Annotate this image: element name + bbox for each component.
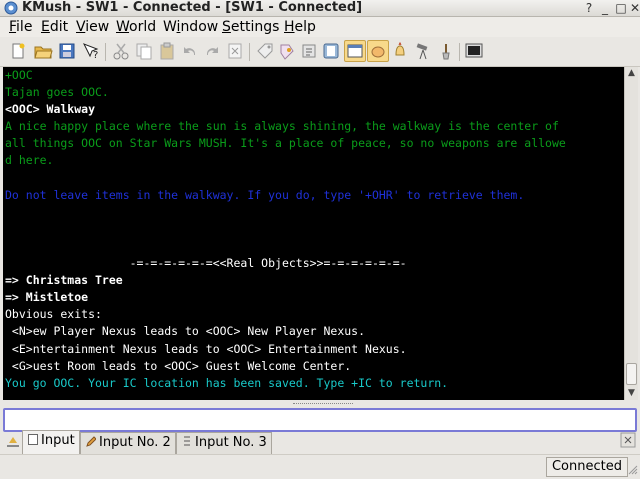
connection-status: Connected [546, 457, 628, 477]
scrollbar-thumb[interactable] [626, 363, 637, 385]
terminal-line: A nice happy place where the sun is alwa… [5, 119, 559, 134]
status-bar: Connected [0, 454, 640, 479]
menu-edit[interactable]: Edit [41, 17, 68, 37]
resize-grip-icon[interactable] [628, 465, 638, 475]
brush-icon[interactable] [436, 41, 456, 61]
title-bar: KMush - SW1 - Connected - [SW1 - Connect… [0, 0, 640, 17]
window-title: KMush - SW1 - Connected - [SW1 - Connect… [22, 0, 363, 15]
terminal-line: You go OOC. Your IC location has been sa… [5, 375, 449, 390]
tab-script-icon [184, 436, 190, 446]
console-icon[interactable] [464, 41, 484, 61]
toolbar-separator [105, 43, 106, 61]
terminal-line: <G>uest Room leads to <OOC> Guest Welcom… [5, 358, 352, 373]
menu-view[interactable]: View [76, 17, 109, 37]
menu-window[interactable]: Window [163, 17, 218, 37]
menu-world[interactable]: World [116, 17, 156, 37]
terminal-line: Tajan goes OOC. [5, 85, 109, 100]
minimize-icon[interactable]: _ [598, 1, 612, 15]
bell-icon[interactable] [390, 41, 410, 61]
new-icon[interactable] [8, 41, 28, 61]
splitter-handle[interactable] [3, 401, 637, 407]
paste-icon[interactable] [157, 41, 177, 61]
open-icon[interactable] [33, 41, 53, 61]
tab-input[interactable]: Input [22, 430, 80, 454]
svg-text:?: ? [93, 50, 98, 61]
tab-input-no-2[interactable]: Input No. 2 [80, 432, 176, 454]
terminal-line: => Mistletoe [5, 290, 89, 305]
undo-icon[interactable] [180, 41, 200, 61]
filter-icon[interactable] [277, 41, 297, 61]
input-tab-bar: Input Input No. 2 Input No. 3 [0, 430, 640, 454]
tag-icon[interactable] [255, 41, 275, 61]
telescope-icon[interactable] [413, 41, 433, 61]
terminal-line: <E>ntertainment Nexus leads to <OOC> Ent… [5, 341, 407, 356]
maximize-icon[interactable]: □ [614, 1, 628, 15]
splitter-grip [293, 403, 353, 406]
save-icon[interactable] [57, 41, 77, 61]
terminal-output[interactable]: +OOC Tajan goes OOC. <OOC> Walkway A nice h… [3, 67, 624, 400]
clear-icon[interactable] [225, 41, 245, 61]
tab-input-no-3[interactable]: Input No. 3 [176, 432, 272, 454]
close-icon[interactable]: ✕ [628, 1, 640, 15]
kmush-app-icon [4, 1, 18, 15]
whats-this-icon[interactable]: ? [81, 41, 101, 61]
vertical-scrollbar[interactable]: ▲ ▼ [624, 67, 638, 400]
window-icon[interactable] [344, 40, 366, 62]
terminal-line: -=-=-=-=-=-=<<Real Objects>>=-=-=-=-=-=- [5, 256, 407, 271]
toolbar-separator [459, 43, 460, 61]
scroll-up-icon[interactable]: ▲ [625, 67, 638, 80]
terminal-line: => Christmas Tree [5, 273, 123, 288]
redo-icon[interactable] [202, 41, 222, 61]
terminal-line: d here. [5, 153, 54, 168]
cut-icon[interactable] [111, 41, 131, 61]
command-input[interactable] [3, 408, 637, 432]
log-icon[interactable] [321, 41, 341, 61]
toolbar-separator [249, 43, 250, 61]
terminal-line: Do not leave items in the walkway. If yo… [5, 187, 525, 202]
close-tab-icon[interactable] [620, 432, 636, 448]
terminal-line: all things OOC on Star Wars MUSH. It's a… [5, 136, 566, 151]
scroll-down-icon[interactable]: ▼ [625, 387, 638, 400]
toolbar: ? [0, 38, 640, 67]
copy-icon[interactable] [134, 41, 154, 61]
menu-help[interactable]: Help [284, 17, 316, 37]
tab-edit-icon [86, 436, 96, 447]
help-icon[interactable]: ? [582, 1, 596, 15]
script-icon[interactable] [299, 41, 319, 61]
terminal-line: <OOC> Walkway [5, 102, 96, 117]
menu-settings[interactable]: Settings [222, 17, 279, 37]
hand-icon[interactable] [367, 40, 389, 62]
tab-document-icon [28, 434, 38, 445]
terminal-line: <N>ew Player Nexus leads to <OOC> New Pl… [5, 324, 366, 339]
menu-bar: File Edit View World Window Settings Hel… [0, 17, 640, 37]
menu-file[interactable]: File [9, 17, 32, 37]
terminal-line: Obvious exits: [5, 307, 102, 322]
terminal-line: +OOC [5, 68, 33, 82]
